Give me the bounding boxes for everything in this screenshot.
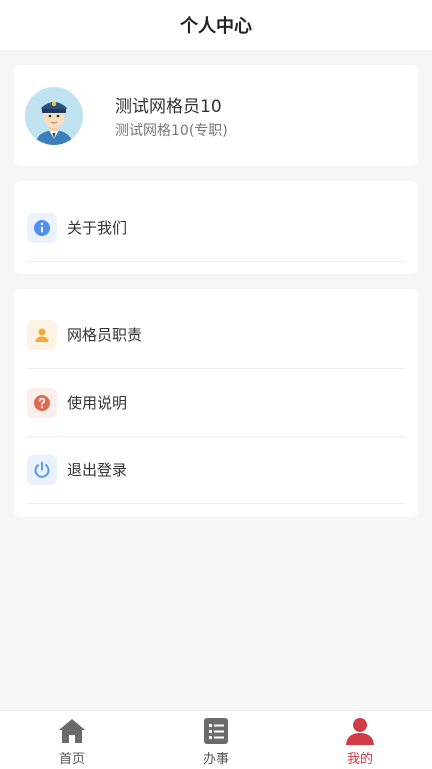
person-icon	[346, 718, 374, 745]
avatar	[25, 87, 83, 145]
user-name: 测试网格员10	[115, 97, 222, 117]
user-icon	[27, 319, 57, 350]
tab-label: 首页	[58, 752, 85, 767]
police-officer-avatar-icon	[25, 87, 83, 145]
menu-item-label: 关于我们	[67, 219, 128, 237]
info-icon	[27, 212, 57, 243]
menu-item-label: 退出登录	[67, 461, 128, 479]
tab-tasks[interactable]: 办事	[144, 711, 288, 769]
question-icon	[27, 387, 57, 418]
menu-item-logout[interactable]: 退出登录	[27, 436, 405, 504]
menu-group-main: 网格员职责 使用说明 退出登录	[14, 289, 418, 517]
user-role: 测试网格10(专职)	[115, 123, 228, 139]
tab-mine[interactable]: 我的	[288, 711, 432, 769]
profile-card[interactable]: 测试网格员10 测试网格10(专职)	[14, 65, 418, 166]
top-bar: 个人中心	[0, 0, 432, 50]
page-title: 个人中心	[180, 16, 252, 37]
menu-item-grid-duties[interactable]: 网格员职责	[27, 301, 405, 369]
bottom-tab-bar: 首页 办事 我的	[0, 710, 432, 769]
menu-item-label: 网格员职责	[67, 326, 143, 344]
tab-label: 办事	[202, 752, 229, 767]
tab-home[interactable]: 首页	[0, 711, 144, 769]
tab-label: 我的	[346, 752, 373, 767]
list-icon	[204, 718, 228, 744]
menu-item-about-us[interactable]: 关于我们	[27, 194, 405, 262]
menu-item-instructions[interactable]: 使用说明	[27, 369, 405, 437]
power-icon	[27, 454, 57, 485]
menu-item-label: 使用说明	[67, 394, 128, 412]
home-icon	[59, 719, 85, 743]
menu-group-about: 关于我们	[14, 181, 418, 274]
